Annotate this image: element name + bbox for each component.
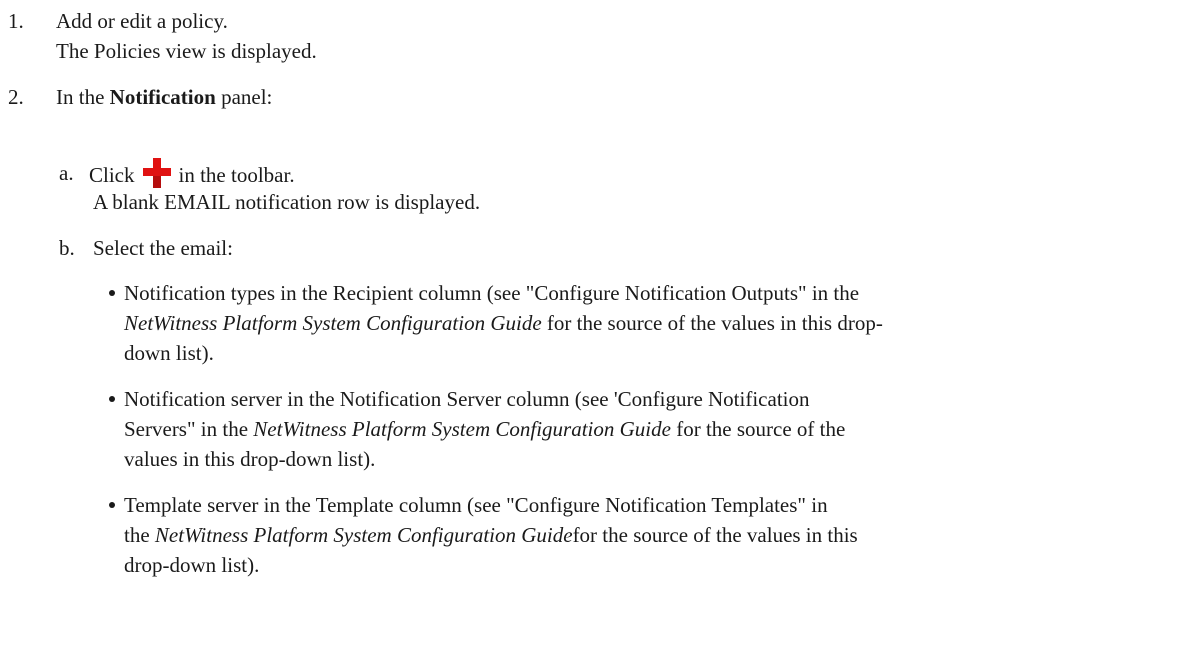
step-1-number: 1. — [8, 9, 24, 33]
guide-title: NetWitness Platform System Configuration… — [253, 417, 671, 441]
notification-panel-name: Notification — [109, 85, 216, 109]
step-1-result: The Policies view is displayed. — [56, 39, 317, 63]
substep-b-text: Select the email: — [93, 236, 233, 260]
step-2-number: 2. — [8, 85, 24, 109]
guide-title: NetWitness Platform System Configuration… — [124, 311, 542, 335]
document-page: 1. Add or edit a policy. The Policies vi… — [0, 0, 1200, 669]
step-2-text: In the Notification panel: — [56, 85, 273, 109]
bullet-3-line-1: Template server in the Template column (… — [124, 493, 828, 517]
bullet-2-line-3: values in this drop-down list). — [124, 447, 376, 471]
bullet-dot — [109, 396, 115, 402]
substep-a-text: Click in the toolbar. — [89, 158, 295, 190]
step-1-text: Add or edit a policy. — [56, 9, 228, 33]
bullet-3-line-2: the NetWitness Platform System Configura… — [124, 523, 858, 547]
substep-a-letter: a. — [59, 161, 74, 185]
bullet-1-line-3: down list). — [124, 341, 214, 365]
substep-a-result: A blank EMAIL notification row is displa… — [93, 190, 481, 214]
bullet-1-line-2: NetWitness Platform System Configuration… — [124, 311, 883, 335]
substep-b-letter: b. — [59, 236, 75, 260]
guide-title: NetWitness Platform System Configuration… — [154, 523, 573, 547]
bullet-2-line-2: Servers" in the NetWitness Platform Syst… — [124, 417, 846, 441]
red-plus-icon — [142, 158, 171, 188]
bullet-dot — [109, 290, 115, 296]
bullet-1-line-1: Notification types in the Recipient colu… — [124, 281, 860, 305]
bullet-dot — [109, 502, 115, 508]
bullet-3-line-3: drop-down list). — [124, 553, 260, 577]
bullet-2-line-1: Notification server in the Notification … — [124, 387, 810, 411]
